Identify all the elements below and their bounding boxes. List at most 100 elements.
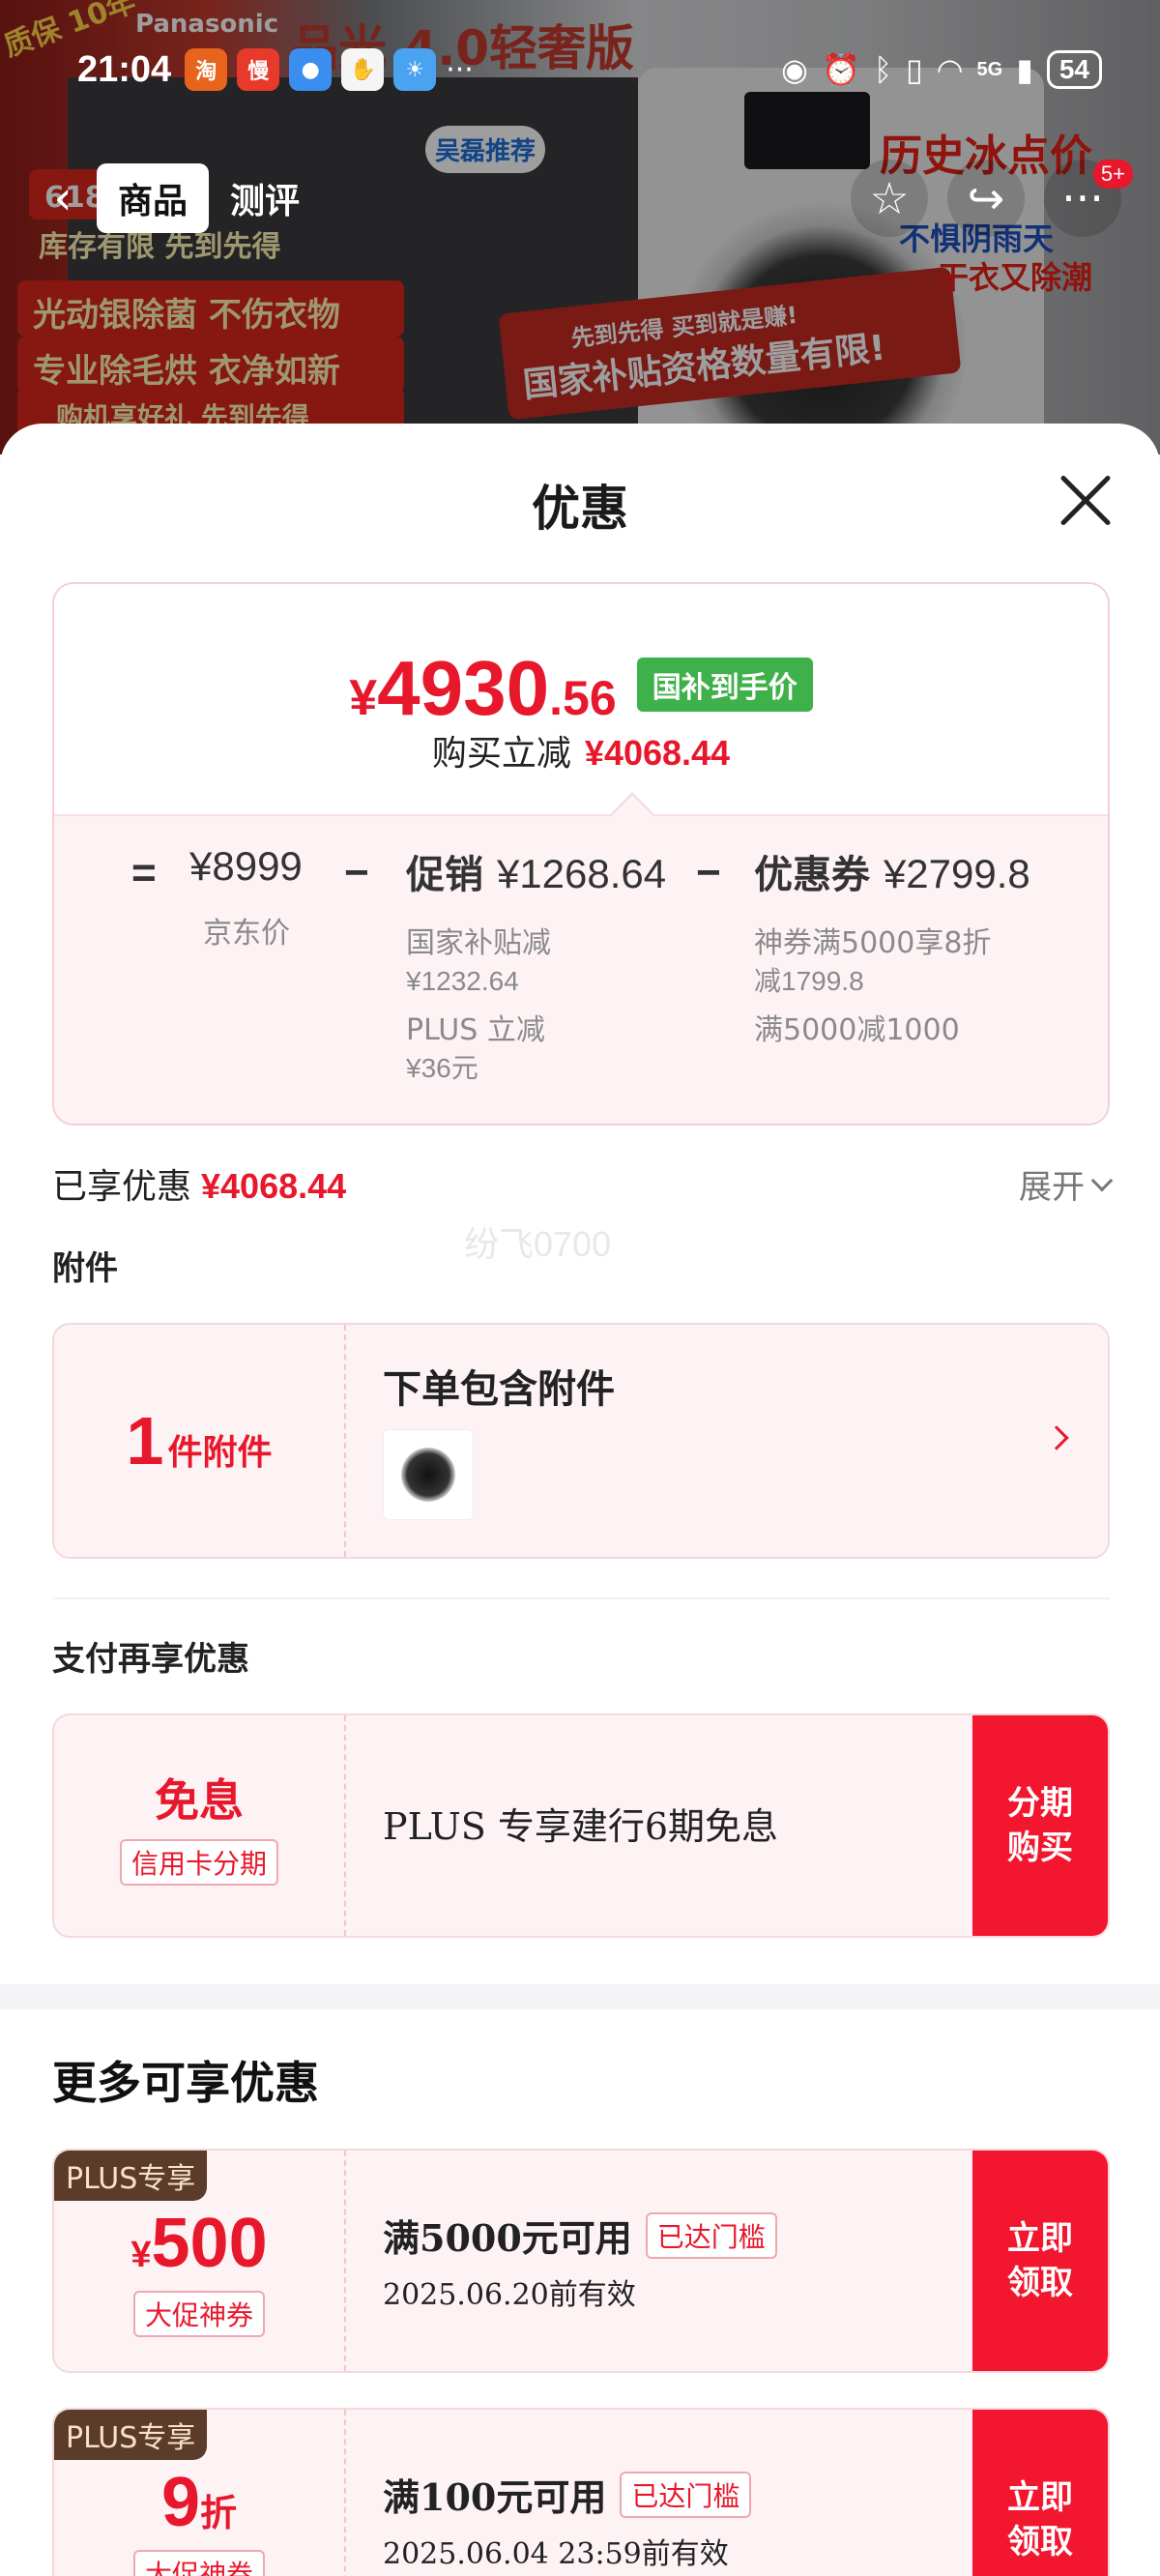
share-icon[interactable]: ↪	[947, 160, 1025, 237]
base-price-column: ¥8999 京东价	[189, 843, 303, 953]
price-decimal: .56	[549, 671, 617, 725]
minus-sign: −	[344, 849, 369, 896]
button-line-2: 领取	[1007, 2264, 1073, 2302]
installment-offer-card: 免息 信用卡分期 PLUS 专享建行6期免息 分期购买	[52, 1713, 1110, 1938]
currency-symbol: ¥	[349, 670, 378, 726]
promo-line-2-label: PLUS 立减	[406, 1013, 545, 1047]
promo-value: ¥1268.64	[496, 851, 667, 896]
base-price-label: 京东价	[203, 917, 290, 951]
accessory-count-number: 1	[126, 1403, 164, 1478]
coupon-card: ¥ 500 大促神券 PLUS专享 满5000元可用 已达门槛 2025.06.…	[52, 2149, 1110, 2373]
hand-icon: ✋	[341, 48, 385, 91]
payment-section-label: 支付再享优惠	[52, 1640, 249, 1679]
installment-description: PLUS 专享建行6期免息	[383, 1805, 779, 1848]
status-icons: ◉ ⏰ ᛒ ▯ ◠ 5G ▮ 54	[781, 50, 1102, 89]
coupon-value: ¥2799.8	[883, 851, 1030, 896]
coupon-currency: ¥	[130, 2235, 152, 2275]
signal-icon: ▮	[1016, 51, 1033, 88]
enjoyed-label: 已享优惠	[52, 1167, 192, 1207]
coupon-card: 9 折 大促神券 PLUS专享 满100元可用 已达门槛 2025.06.04 …	[52, 2408, 1110, 2576]
alarm-icon: ⏰	[821, 51, 860, 88]
back-arrow-icon[interactable]: ‹	[29, 164, 97, 232]
threshold-reached-tag: 已达门槛	[620, 2471, 752, 2518]
enjoyed-discount-row: 已享优惠 ¥4068.44	[52, 1158, 346, 1209]
coupon-column: 优惠券 ¥2799.8 神券满5000享8折 减1799.8 满5000减100…	[754, 843, 1030, 1050]
coupon-condition: 满100元可用	[383, 2475, 607, 2519]
button-line-1: 分期	[1007, 1784, 1073, 1823]
enjoyed-value: ¥4068.44	[201, 1166, 347, 1206]
chevron-down-icon	[1090, 1169, 1114, 1191]
app-notification-icon: 慢	[237, 48, 280, 91]
more-menu-icon[interactable]: ··· 5+	[1044, 160, 1133, 237]
coupon-validity: 2025.06.20前有效	[383, 2278, 636, 2312]
battery-indicator: 54	[1046, 50, 1102, 89]
chevron-right-icon	[1044, 1425, 1069, 1450]
vibrate-icon: ▯	[906, 51, 923, 88]
base-price-value: ¥8999	[189, 843, 303, 889]
divider	[52, 1597, 1110, 1599]
tab-review[interactable]: 测评	[209, 163, 321, 233]
watermark: 纷飞0700	[464, 1224, 612, 1264]
price-summary-card: ¥ 4930 .56 国补到手价 购买立减 ¥4068.44 = ¥8999 京东…	[52, 582, 1110, 1126]
eye-icon: ◉	[781, 51, 808, 88]
price-integer: 4930	[377, 645, 550, 731]
plus-exclusive-tag: PLUS专享	[54, 2410, 208, 2460]
favorite-star-icon[interactable]: ☆	[851, 160, 928, 237]
weather-icon: ☀	[393, 48, 437, 91]
final-price: ¥ 4930 .56 国补到手价	[54, 644, 1108, 733]
more-offers-title: 更多可享优惠	[52, 2057, 319, 2109]
claim-coupon-button[interactable]: 立即 领取	[972, 2151, 1108, 2371]
coupon-line-2-label: 满5000减1000	[754, 1013, 960, 1047]
promo-prefix: 促销	[406, 853, 483, 897]
button-line-2: 领取	[1007, 2523, 1073, 2561]
promo-line-1-label: 国家补贴减	[406, 926, 551, 960]
expand-label: 展开	[1019, 1168, 1085, 1207]
close-icon[interactable]	[1058, 472, 1114, 528]
reduction-value: ¥4068.44	[584, 733, 731, 773]
message-count-badge: 5+	[1092, 160, 1133, 189]
coupon-line-1-label: 神券满5000享8折	[754, 926, 992, 960]
claim-coupon-button[interactable]: 立即 领取	[972, 2410, 1108, 2576]
status-time: 21:04	[77, 48, 172, 90]
button-line-2: 购买	[1007, 1829, 1073, 1867]
coupon-amount-value: 500	[151, 2205, 268, 2282]
credit-card-installment-tag: 信用卡分期	[119, 1839, 278, 1886]
coupon-condition-row: 满100元可用 已达门槛	[383, 2468, 752, 2521]
section-separator	[0, 1984, 1160, 2009]
tab-product[interactable]: 商品	[97, 163, 210, 233]
product-top-nav: ‹ 商品 测评	[29, 155, 321, 242]
total-reduction-line: 购买立减 ¥4068.44	[54, 725, 1108, 776]
installment-buy-button[interactable]: 分期 购买	[972, 1715, 1108, 1936]
coupon-validity: 2025.06.04 23:59前有效	[383, 2537, 729, 2571]
coupon-line-1-value: 减1799.8	[754, 966, 864, 996]
coupon-type-tag: 大促神券	[132, 2291, 265, 2337]
accessories-section-label: 附件	[52, 1249, 118, 1288]
subsidy-price-tag: 国补到手价	[636, 658, 813, 712]
discount-bottom-sheet: 优惠 ¥ 4930 .56 国补到手价 购买立减 ¥4068.44 = ¥8999…	[0, 424, 1160, 2576]
price-breakdown: = ¥8999 京东价 − 促销 ¥1268.64 国家补贴减 ¥1232.64…	[54, 814, 1108, 1124]
minus-sign: −	[696, 849, 721, 896]
bluetooth-icon: ᛒ	[873, 51, 893, 88]
coupon-type-tag: 大促神券	[132, 2550, 265, 2576]
promo-line-1-value: ¥1232.64	[406, 966, 519, 996]
reduction-label: 购买立减	[431, 734, 571, 774]
expand-button[interactable]: 展开	[1019, 1160, 1114, 1208]
coupon-prefix: 优惠券	[754, 853, 870, 897]
button-line-1: 立即	[1007, 2219, 1073, 2258]
message-icon: ●	[289, 48, 333, 91]
coupon-condition: 满5000元可用	[383, 2216, 632, 2260]
nav-actions: ☆ ↪ ··· 5+	[851, 155, 1133, 242]
washer-thumbnail-image	[401, 1448, 455, 1502]
accessory-card[interactable]: 1 件附件 下单包含附件	[52, 1323, 1110, 1559]
coupon-condition-row: 满5000元可用 已达门槛	[383, 2209, 777, 2262]
equals-sign: =	[131, 849, 157, 896]
accessory-count: 1 件附件	[54, 1325, 344, 1557]
installment-left: 免息 信用卡分期	[54, 1715, 344, 1936]
accessory-thumbnail[interactable]	[383, 1429, 474, 1520]
promo-column: 促销 ¥1268.64 国家补贴减 ¥1232.64 PLUS 立减 ¥36元	[406, 843, 666, 1087]
plus-exclusive-tag: PLUS专享	[54, 2151, 208, 2201]
more-notifications-icon: ···	[446, 52, 474, 87]
interest-free-title: 免息	[155, 1774, 244, 1827]
dashed-divider	[344, 1715, 346, 1936]
app-notification-icon: 淘	[185, 48, 228, 91]
